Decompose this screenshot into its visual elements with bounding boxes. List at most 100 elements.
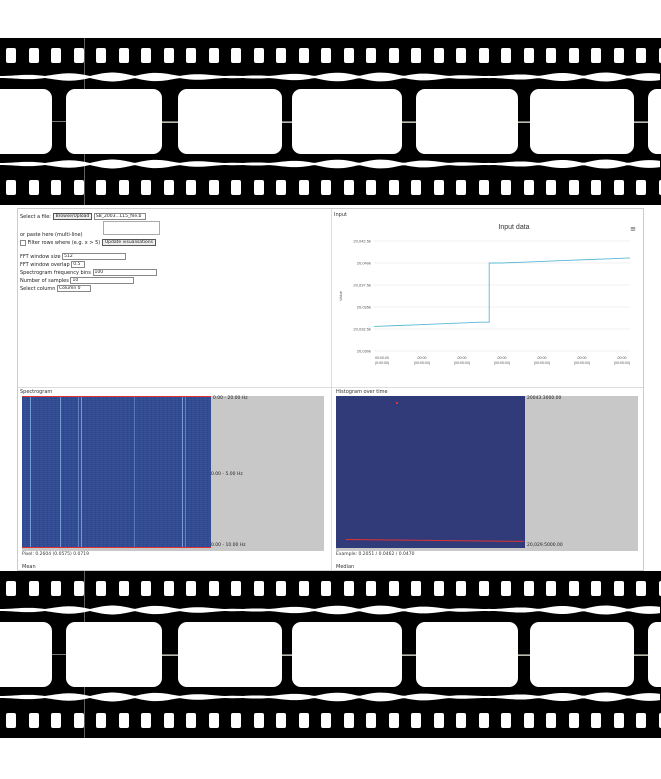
- input-panel: Input ≡ Input data 20,042.5k 20,040k 20,037…: [334, 211, 642, 383]
- sprocket-hole: [388, 180, 399, 195]
- sprocket-hole: [51, 180, 61, 195]
- waveform-shape: [0, 692, 660, 702]
- select-file-label: Select a file:: [20, 214, 51, 220]
- spectrogram-panel: Spectrogram 0.00 - 20.00 Hz 0.00 - 5.00 …: [20, 389, 328, 569]
- sprocket-hole: [298, 581, 309, 596]
- fft-size-row: FFT window size 512: [20, 253, 127, 260]
- film-frame: [0, 89, 52, 154]
- sprocket-hole: [433, 581, 444, 596]
- sprocket-hole: [73, 713, 84, 728]
- num-samples-input[interactable]: 10: [70, 277, 135, 284]
- sprocket-hole: [501, 581, 511, 596]
- num-samples-row: Number of samples 10: [20, 277, 135, 284]
- sprocket-hole: [96, 581, 106, 596]
- sprocket-hole: [298, 48, 309, 63]
- y-tick-label: 20,032.5k: [353, 327, 371, 332]
- sprocket-hole: [523, 180, 534, 195]
- filter-label: Filter rows where: [27, 240, 71, 246]
- sprocket-hole: [343, 581, 354, 596]
- spectrogram-bottom-marker: [22, 547, 211, 548]
- sprocket-hole: [343, 48, 354, 63]
- sprocket-hole: [321, 713, 331, 728]
- sprocket-hole: [343, 180, 354, 195]
- film-frame: [292, 89, 402, 154]
- sprocket-hole: [231, 180, 241, 195]
- paste-textarea[interactable]: [103, 221, 160, 235]
- file-select-row: Select a file: Browse/Upload SB_2003...L…: [20, 213, 146, 220]
- spectrogram-streak: [185, 396, 186, 548]
- sprocket-hole: [118, 713, 129, 728]
- sprocket-hole: [456, 180, 466, 195]
- spectrogram-streak: [182, 396, 183, 548]
- sprocket-hole: [231, 713, 241, 728]
- filter-checkbox[interactable]: [20, 239, 26, 246]
- sprocket-hole: [28, 48, 39, 63]
- sprocket-hole: [253, 48, 264, 63]
- sprocket-hole: [141, 581, 151, 596]
- sprocket-hole: [456, 48, 466, 63]
- sprocket-hole: [411, 581, 421, 596]
- histogram-view[interactable]: 20043.3000.00 20,029.5000.00: [336, 396, 638, 551]
- sprocket-hole: [501, 180, 511, 195]
- controls-panel: Select a file: Browse/Upload SB_2003...L…: [20, 212, 320, 382]
- fft-overlap-input[interactable]: 0.5: [71, 261, 86, 268]
- sprocket-hole: [186, 48, 196, 63]
- sprocket-hole: [6, 713, 16, 728]
- film-frame: [292, 622, 402, 687]
- fft-overlap-label: FFT window overlap: [20, 262, 70, 268]
- sprocket-hole: [388, 581, 399, 596]
- sprocket-hole: [298, 180, 309, 195]
- film-frame: [416, 89, 518, 154]
- sprocket-hole: [591, 180, 601, 195]
- x-tick-label: (00:00:00): [414, 361, 430, 365]
- browse-button[interactable]: Browse/Upload: [52, 213, 93, 220]
- sprocket-hole: [636, 180, 646, 195]
- input-panel-title: Input: [334, 212, 347, 218]
- sprocket-hole: [636, 713, 646, 728]
- film-frame: [416, 622, 518, 687]
- top-film-strip: [0, 38, 661, 205]
- sprocket-hole: [276, 581, 286, 596]
- x-tick-label: 00:00: [538, 356, 547, 360]
- spectrogram-label-top: 0.00 - 20.00 Hz: [213, 396, 248, 401]
- x-tick-label: 00:00: [418, 356, 427, 360]
- file-name-field[interactable]: SB_2003...L15_file.b: [93, 213, 146, 220]
- sprocket-hole: [231, 48, 241, 63]
- sprocket-hole: [321, 581, 331, 596]
- waveform-track: [0, 692, 660, 702]
- y-tick-label: 20,042.5k: [353, 239, 371, 244]
- y-tick-label: 20,030k: [357, 349, 371, 354]
- sprocket-hole: [321, 48, 331, 63]
- sprocket-hole: [501, 713, 511, 728]
- waveform-shape: [0, 605, 660, 615]
- film-frame: [530, 89, 634, 154]
- sprocket-hole: [478, 48, 489, 63]
- spectrogram-label-mid: 0.00 - 5.00 Hz: [211, 472, 243, 477]
- x-tick-label: (00:00:00): [454, 361, 470, 365]
- spectrogram-view[interactable]: 0.00 - 20.00 Hz 0.00 - 5.00 Hz 0.00 - 10…: [22, 396, 324, 551]
- sprocket-hole: [96, 180, 106, 195]
- sprocket-hole: [478, 713, 489, 728]
- update-button[interactable]: Update visualisations: [101, 239, 157, 246]
- waveform-track: [0, 72, 660, 82]
- sprocket-hole: [366, 48, 376, 63]
- sprocket-hole: [276, 713, 286, 728]
- histogram-label-top: 20043.3000.00: [527, 396, 562, 401]
- y-tick-label: 20,037.5k: [353, 283, 371, 288]
- spec-freq-input[interactable]: 100: [92, 269, 157, 276]
- spectrogram-title: Spectrogram: [20, 389, 53, 395]
- spectrogram-streak: [81, 396, 82, 548]
- fft-size-label: FFT window size: [20, 254, 61, 260]
- spec-freq-label: Spectrogram frequency bins: [20, 270, 91, 276]
- fft-size-input[interactable]: 512: [62, 253, 127, 260]
- sprocket-hole: [51, 48, 61, 63]
- sprocket-hole: [51, 581, 61, 596]
- histogram-panel: Histogram over time 20043.3000.00 20,029…: [334, 389, 642, 569]
- sprocket-hole: [96, 713, 106, 728]
- sprocket-hole: [163, 180, 174, 195]
- x-tick-label: (00:00:00): [574, 361, 590, 365]
- select-column-dropdown[interactable]: Column 0: [57, 285, 92, 292]
- y-axis-label: Value: [338, 290, 343, 301]
- x-tick-label: (00:00:00): [614, 361, 630, 365]
- spec-freq-row: Spectrogram frequency bins 100: [20, 269, 157, 276]
